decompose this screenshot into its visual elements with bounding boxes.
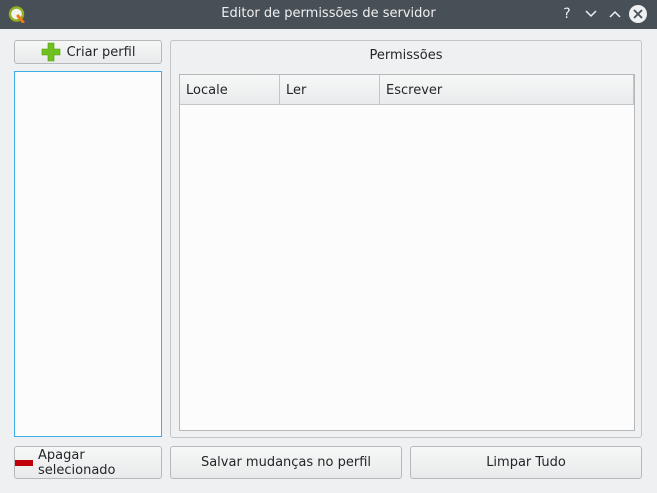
green-plus-icon	[41, 42, 61, 62]
maximize-button[interactable]	[606, 5, 624, 23]
chevron-up-icon	[609, 10, 621, 18]
title-bar: Editor de permissões de servidor ?	[0, 0, 657, 29]
help-button[interactable]: ?	[558, 5, 576, 23]
column-header-write[interactable]: Escrever	[380, 75, 634, 105]
profile-list[interactable]	[14, 71, 162, 437]
column-header-read[interactable]: Ler	[280, 75, 380, 105]
save-changes-label: Salvar mudanças no perfil	[200, 455, 372, 470]
minimize-button[interactable]	[582, 5, 600, 23]
chevron-down-icon	[585, 10, 597, 18]
save-changes-button[interactable]: Salvar mudanças no perfil	[170, 446, 402, 479]
red-minus-icon	[15, 459, 33, 467]
column-header-locale[interactable]: Locale	[180, 75, 280, 105]
delete-selected-button[interactable]: Apagar selecionado	[14, 446, 162, 479]
close-button[interactable]	[629, 5, 647, 23]
permissions-title: Permissões	[369, 48, 443, 63]
clear-all-label: Limpar Tudo	[486, 455, 566, 470]
delete-selected-label: Apagar selecionado	[38, 447, 116, 478]
create-profile-button[interactable]: Criar perfil	[14, 40, 162, 64]
table-header: Locale Ler Escrever	[180, 75, 634, 105]
permissions-table[interactable]: Locale Ler Escrever	[179, 74, 635, 431]
clear-all-button[interactable]: Limpar Tudo	[410, 446, 642, 479]
permissions-group: Permissões Locale Ler Escrever	[170, 40, 642, 438]
close-icon	[633, 9, 643, 19]
create-profile-label: Criar perfil	[66, 44, 136, 60]
